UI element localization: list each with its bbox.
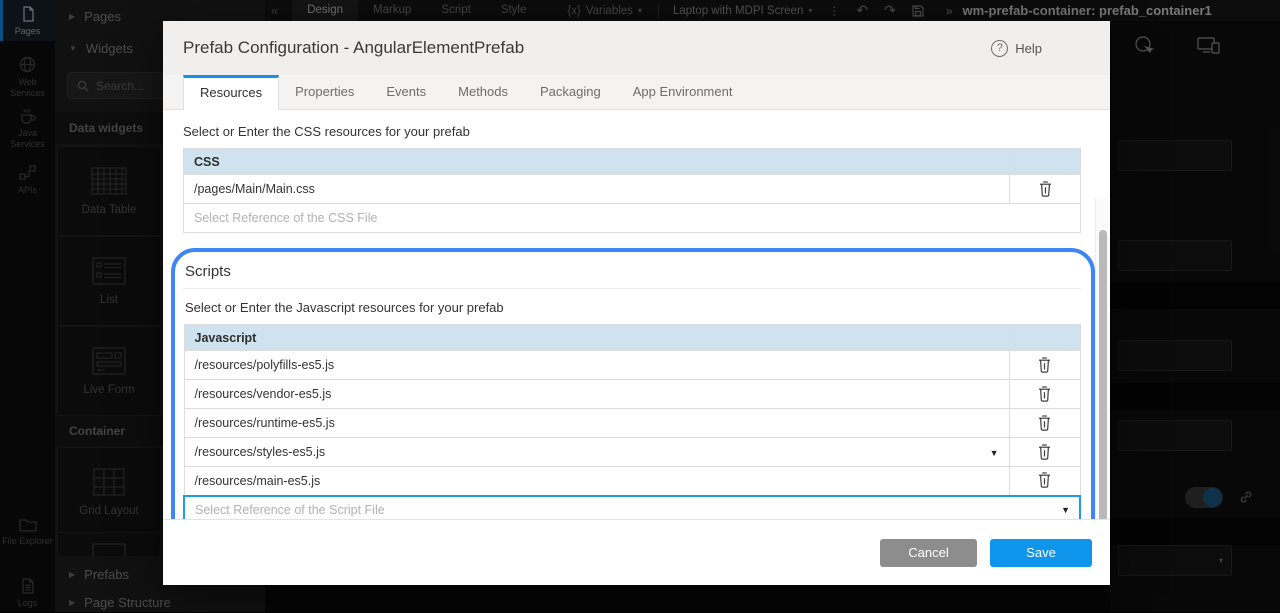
script-resource-row: /resources/polyfills-es5.js▼ — [184, 351, 1080, 380]
modal-scrollbar-thumb[interactable] — [1099, 230, 1107, 519]
script-resource-row: /resources/runtime-es5.js▼ — [184, 409, 1080, 438]
javascript-action-column-header — [1009, 325, 1080, 351]
css-resource-row: /pages/Main/Main.css▼ — [184, 175, 1081, 204]
css-resources-table: CSS /pages/Main/Main.css▼ — [183, 148, 1081, 233]
modal-tab[interactable]: Events — [370, 75, 442, 109]
scripts-section-description: Select or Enter the Javascript resources… — [183, 300, 1081, 315]
modal-footer: Cancel Save — [163, 519, 1110, 585]
delete-css-resource-button[interactable] — [1035, 179, 1056, 199]
modal-tab[interactable]: Properties — [279, 75, 370, 109]
script-input-dropdown-caret[interactable]: ▼ — [1057, 505, 1079, 515]
modal-body: Select or Enter the CSS resources for yo… — [163, 110, 1110, 519]
scripts-section-highlight: Scripts Select or Enter the Javascript r… — [171, 248, 1095, 519]
script-resource-path: /resources/runtime-es5.js▼ — [184, 409, 1009, 438]
modal-tab[interactable]: Packaging — [524, 75, 617, 109]
help-icon: ? — [991, 40, 1008, 57]
script-resource-row: /resources/vendor-es5.js▼ — [184, 380, 1080, 409]
script-resource-path: /resources/polyfills-es5.js▼ — [184, 351, 1009, 380]
css-resource-path: /pages/Main/Main.css▼ — [184, 175, 1010, 204]
css-action-column-header — [1010, 149, 1081, 175]
delete-script-resource-button[interactable] — [1034, 384, 1055, 404]
cancel-button[interactable]: Cancel — [880, 539, 977, 567]
javascript-column-header: Javascript — [184, 325, 1009, 351]
modal-tab[interactable]: Methods — [442, 75, 524, 109]
modal-scrollbar-track[interactable] — [1095, 199, 1110, 519]
save-button[interactable]: Save — [990, 539, 1092, 567]
delete-script-resource-button[interactable] — [1034, 470, 1055, 490]
prefab-configuration-dialog: Prefab Configuration - AngularElementPre… — [163, 21, 1110, 585]
help-button[interactable]: ? Help — [991, 40, 1042, 57]
css-reference-input[interactable] — [184, 205, 1080, 232]
scripts-heading: Scripts — [183, 260, 1081, 289]
script-resource-path: /resources/styles-es5.js▼ — [184, 438, 1009, 467]
css-section-description: Select or Enter the CSS resources for yo… — [183, 124, 1090, 139]
row-dropdown-caret[interactable]: ▼ — [990, 448, 999, 458]
modal-tab[interactable]: Resources — [183, 75, 279, 110]
modal-header: Prefab Configuration - AngularElementPre… — [163, 21, 1110, 75]
script-reference-input[interactable] — [185, 498, 1057, 520]
delete-script-resource-button[interactable] — [1034, 442, 1055, 462]
modal-title: Prefab Configuration - AngularElementPre… — [183, 38, 524, 58]
modal-tab[interactable]: App Environment — [617, 75, 749, 109]
delete-script-resource-button[interactable] — [1034, 355, 1055, 375]
modal-tabbar: Resources Properties Events Methods Pack… — [163, 75, 1110, 110]
script-resource-row: /resources/main-es5.js▼ — [184, 467, 1080, 496]
script-resources-table: Javascript /resources/polyfills-es5.js▼ — [183, 324, 1081, 519]
script-resource-path: /resources/vendor-es5.js▼ — [184, 380, 1009, 409]
css-column-header: CSS — [184, 149, 1010, 175]
script-resource-path: /resources/main-es5.js▼ — [184, 467, 1009, 496]
script-resource-row: /resources/styles-es5.js▼ — [184, 438, 1080, 467]
delete-script-resource-button[interactable] — [1034, 413, 1055, 433]
